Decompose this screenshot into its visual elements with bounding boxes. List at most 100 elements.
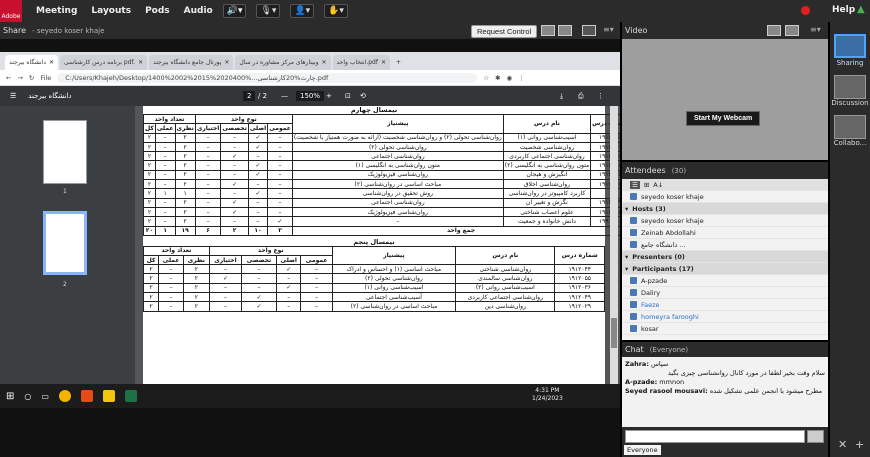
table-cell: علوم اعصاب شناختی bbox=[502, 206, 592, 218]
zoom-in-icon[interactable]: + bbox=[326, 92, 332, 100]
attendee-view-toggles: ☰ ⊞ A↓ bbox=[622, 179, 828, 191]
request-control-button[interactable]: Request Control bbox=[471, 25, 538, 38]
star-icon[interactable]: ☆ bbox=[483, 74, 489, 82]
search-icon[interactable]: ○ bbox=[24, 392, 31, 401]
speaker-button[interactable]: 🔊▾ bbox=[222, 4, 247, 18]
attendee-row[interactable]: A-pzade bbox=[622, 275, 828, 287]
start-webcam-button[interactable]: Start My Webcam bbox=[686, 111, 761, 126]
menu-meeting[interactable]: Meeting bbox=[36, 6, 77, 16]
sort-icon[interactable]: A↓ bbox=[653, 181, 663, 189]
pod-options-icon[interactable]: ≡▾ bbox=[603, 25, 614, 34]
table-cell: – bbox=[154, 132, 176, 143]
fit-page-icon[interactable]: ⊡ bbox=[345, 92, 351, 100]
table-cell: روان‌شناسی اجتماعی کاربردی bbox=[502, 151, 592, 162]
close-icon[interactable]: ✕ bbox=[838, 438, 847, 451]
expand-icon[interactable] bbox=[582, 25, 596, 36]
attendee-name: homeyra farooghi bbox=[641, 312, 699, 321]
chat-message: A-pzade: mmnon bbox=[625, 378, 825, 387]
col-name: نام درس bbox=[502, 114, 592, 134]
more-icon[interactable]: ⋮ bbox=[518, 74, 525, 82]
menu-layouts[interactable]: Layouts bbox=[91, 6, 131, 16]
pdf-title: دانشگاه بیرجند bbox=[28, 92, 72, 100]
browser-tab[interactable]: انتخاب واحد.pdf ✕ bbox=[332, 55, 390, 70]
list-view-icon[interactable]: ☰ bbox=[630, 180, 640, 189]
folder-icon[interactable] bbox=[102, 390, 115, 402]
table-cell: – bbox=[267, 141, 293, 153]
page-thumbnail[interactable] bbox=[43, 120, 87, 184]
forward-icon[interactable]: → bbox=[17, 74, 22, 82]
table-cell: آسیب‌شناسی اجتماعی bbox=[331, 292, 457, 303]
video-layout-icon[interactable] bbox=[767, 25, 781, 36]
grid-view-icon[interactable]: ⊞ bbox=[644, 181, 649, 189]
attendee-row[interactable]: Faeze bbox=[622, 299, 828, 311]
table-cell: – bbox=[300, 264, 333, 275]
browser-tab[interactable]: دانشگاه بیرجند ✕ bbox=[5, 55, 59, 70]
print-icon[interactable]: ⎙ bbox=[578, 92, 584, 101]
col-theory: نظری bbox=[174, 123, 196, 134]
sum-cell: ۲۰ bbox=[143, 225, 156, 236]
page-thumbnail-selected[interactable] bbox=[43, 211, 87, 275]
presenters-group[interactable]: ▾ Presenters (0) bbox=[622, 251, 828, 263]
menu-pods[interactable]: Pods bbox=[145, 6, 170, 16]
extensions-icon[interactable]: ✱ bbox=[495, 74, 500, 82]
windows-start-icon[interactable]: ⊞ bbox=[6, 391, 14, 402]
layout-collaboration-label: Collabo... bbox=[833, 139, 867, 147]
hosts-group[interactable]: ▾ Hosts (3) bbox=[622, 203, 828, 215]
help-menu[interactable]: Help bbox=[832, 5, 855, 15]
browser-tab[interactable]: برنامه درس کارشناسی pdf. ✕ bbox=[60, 55, 148, 70]
attendee-row[interactable]: seyedo koser khaje bbox=[622, 215, 828, 227]
video-fullscreen-icon[interactable] bbox=[785, 25, 799, 36]
back-icon[interactable]: ← bbox=[6, 74, 11, 82]
add-icon[interactable]: + bbox=[855, 438, 864, 451]
taskbar-clock[interactable]: 4:31 PM 1/24/2023 bbox=[532, 387, 563, 403]
table-cell: مباحث اساسی در روان‌شناسی (۲) bbox=[331, 301, 457, 312]
participants-group[interactable]: ▾ Participants (17) bbox=[622, 263, 828, 275]
zoom-out-icon[interactable]: — bbox=[281, 92, 288, 100]
chat-tab-everyone[interactable]: Everyone bbox=[624, 445, 661, 455]
col-total: کل bbox=[143, 123, 156, 134]
attendee-row[interactable]: دانشگاه جامع ... bbox=[622, 239, 828, 251]
browser-tab[interactable]: پورتال جامع دانشگاه بیرجند ✕ bbox=[149, 55, 234, 70]
menu-icon[interactable]: ☰ bbox=[10, 92, 16, 100]
attendee-row[interactable]: kosar bbox=[622, 323, 828, 335]
new-tab-button[interactable]: + bbox=[392, 55, 405, 70]
col-code: شماره درس bbox=[554, 245, 605, 266]
chrome-icon[interactable] bbox=[58, 390, 71, 402]
full-screen-icon[interactable] bbox=[558, 25, 572, 36]
status-button[interactable]: ✋▾ bbox=[324, 4, 348, 18]
download-icon[interactable]: ⤓ bbox=[560, 92, 563, 101]
attendee-row[interactable]: Zeinab Abdollahi bbox=[622, 227, 828, 239]
browser-tab[interactable]: وبینارهای مرکز مشاوره در سال ✕ bbox=[235, 55, 331, 70]
my-status-row[interactable]: seyedo koser khaje bbox=[622, 191, 828, 203]
table-cell: ۲ bbox=[174, 151, 196, 162]
excel-icon[interactable] bbox=[124, 390, 137, 402]
menu-audio[interactable]: Audio bbox=[184, 6, 213, 16]
table-cell: ۱۹۱۲۰۳۶ bbox=[554, 282, 605, 294]
reload-icon[interactable]: ↻ bbox=[29, 74, 34, 82]
table-cell: روان‌شناسی اجتماعی bbox=[291, 151, 504, 162]
more-icon[interactable]: ⋮ bbox=[597, 92, 604, 100]
attendee-row[interactable]: homeyra farooghi bbox=[622, 311, 828, 323]
record-indicator-icon[interactable] bbox=[801, 6, 810, 15]
chat-input[interactable] bbox=[625, 430, 805, 443]
fit-width-icon[interactable] bbox=[541, 25, 555, 36]
pdf-scroll-thumb[interactable] bbox=[611, 318, 617, 348]
microphone-button[interactable]: 🎙▾ bbox=[256, 4, 281, 18]
pod-options-icon[interactable]: ≡▾ bbox=[810, 25, 821, 34]
url-input[interactable]: C:/Users/Khajeh/Desktop/1400%2002%2015%2… bbox=[57, 72, 478, 83]
table-cell: ۲ bbox=[183, 264, 210, 275]
attendee-row[interactable]: Daliry bbox=[622, 287, 828, 299]
zoom-input[interactable]: 150% bbox=[296, 91, 325, 101]
layout-collaboration-thumb[interactable] bbox=[834, 115, 866, 139]
adobe-logo: Adobe bbox=[0, 0, 22, 22]
layout-discussion-thumb[interactable] bbox=[834, 75, 866, 99]
page-number-input[interactable]: 2 bbox=[243, 91, 256, 101]
profile-icon[interactable]: ◉ bbox=[507, 74, 513, 82]
camera-button[interactable]: 👤▾ bbox=[290, 4, 315, 18]
layout-sharing-thumb[interactable] bbox=[834, 34, 866, 58]
send-chat-button[interactable] bbox=[807, 430, 824, 443]
table-cell: روان‌شناسی شناختی bbox=[455, 264, 556, 275]
app-icon[interactable] bbox=[80, 390, 93, 402]
task-view-icon[interactable]: ▭ bbox=[41, 392, 49, 401]
rotate-icon[interactable]: ⟲ bbox=[360, 92, 366, 100]
